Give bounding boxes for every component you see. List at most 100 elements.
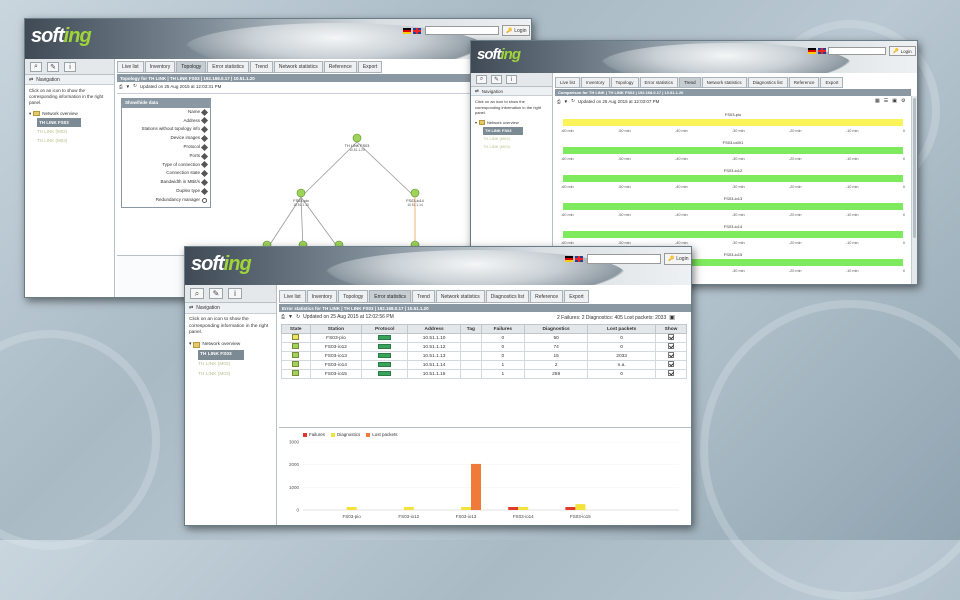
tab-live-list[interactable]: Live list: [279, 290, 306, 302]
tree-device-m02[interactable]: TH LINK (M02): [37, 127, 114, 136]
search-input-2[interactable]: [828, 47, 886, 55]
bar-diagnostics[interactable]: [403, 507, 414, 510]
tree-device-fs03[interactable]: TH LINK FS03: [37, 118, 81, 127]
tab-network-statistics[interactable]: Network statistics: [273, 61, 323, 72]
grid-view-icon[interactable]: ▦: [875, 98, 880, 104]
search-tool-icon[interactable]: ⌕: [30, 62, 42, 72]
tab-inventory[interactable]: Inventory: [306, 290, 338, 302]
tab-reference[interactable]: Reference: [788, 77, 820, 87]
show-checkbox[interactable]: [668, 343, 675, 349]
tab-error-statistics[interactable]: Error statistics: [639, 77, 679, 87]
search-tool-icon[interactable]: ⌕: [190, 288, 204, 299]
tab-export[interactable]: Export: [564, 290, 589, 302]
wrench-icon[interactable]: ✎: [209, 288, 223, 299]
tree-device-m03[interactable]: TH LINK (M03): [37, 136, 114, 145]
export-icon[interactable]: ▣: [669, 314, 675, 321]
tab-trend[interactable]: Trend: [411, 290, 435, 302]
search-input-3[interactable]: [587, 254, 661, 264]
column-header[interactable]: Tag: [460, 324, 482, 334]
refresh-icon[interactable]: ↻: [296, 314, 300, 320]
print-icon[interactable]: ⎙: [557, 99, 561, 104]
scrollbar[interactable]: [911, 96, 917, 284]
tab-export[interactable]: Export: [357, 61, 383, 72]
tab-error-statistics[interactable]: Error statistics: [207, 61, 249, 72]
settings-icon[interactable]: ⚙: [901, 98, 905, 104]
topology-node[interactable]: TH LINK FS0310.51.1.20: [345, 133, 370, 152]
info-icon[interactable]: i: [228, 288, 242, 299]
filter-icon[interactable]: ▼: [564, 99, 568, 104]
print-icon[interactable]: ⎙: [281, 314, 285, 320]
show-checkbox[interactable]: [668, 361, 675, 367]
flag-gb-icon[interactable]: [413, 28, 421, 34]
table-row[interactable]: FS03-io12 10.51.1.12 0 74 0: [281, 342, 687, 352]
flag-gb-icon[interactable]: [575, 256, 583, 262]
tree-network-overview-2[interactable]: ▾ Network overview: [475, 119, 552, 127]
bar-lost-packets[interactable]: [471, 463, 481, 510]
column-header[interactable]: Diagnostics: [524, 324, 589, 334]
bar-diagnostics[interactable]: [461, 507, 471, 510]
filter-icon[interactable]: ▼: [288, 314, 293, 320]
column-header[interactable]: Station: [309, 324, 363, 334]
filter-icon[interactable]: ▼: [126, 84, 130, 89]
login-button[interactable]: 🔑 Login: [502, 25, 531, 36]
tree-device-fs03-2[interactable]: TH LINK FS03: [483, 126, 523, 135]
table-row[interactable]: FS03-io13 10.51.1.13 0 15 2033: [281, 351, 687, 361]
bar-diagnostics[interactable]: [575, 504, 586, 510]
tree-device-m03-2[interactable]: TH LINK (M03): [483, 143, 552, 151]
table-row[interactable]: FS03-io15 10.51.1.15 1 259 0: [281, 369, 687, 379]
wrench-icon[interactable]: ✎: [491, 75, 502, 84]
info-icon[interactable]: i: [64, 62, 76, 72]
login-button-3[interactable]: 🔑 Login: [664, 253, 691, 265]
list-view-icon[interactable]: ☰: [884, 98, 888, 104]
info-icon[interactable]: i: [506, 75, 517, 84]
search-tool-icon[interactable]: ⌕: [476, 75, 487, 84]
tab-topology[interactable]: Topology: [176, 61, 207, 72]
tab-diagnostics-list[interactable]: Diagnostics list: [485, 290, 530, 302]
bar-failures[interactable]: [508, 507, 519, 510]
tree-network-overview[interactable]: ▾ Network overview: [29, 109, 114, 118]
tab-export[interactable]: Export: [820, 77, 844, 87]
column-header[interactable]: Address: [407, 324, 462, 334]
bar-diagnostics[interactable]: [346, 507, 357, 510]
login-button-2[interactable]: 🔑 Login: [889, 46, 916, 56]
flag-de-icon[interactable]: [565, 256, 573, 262]
flag-de-icon[interactable]: [403, 28, 411, 34]
refresh-icon[interactable]: ↻: [571, 98, 575, 104]
tree-device-m02-3[interactable]: TH LINK (M02): [198, 360, 276, 370]
column-header[interactable]: Lost packets: [587, 324, 657, 334]
column-header[interactable]: State: [281, 324, 311, 334]
tab-topology[interactable]: Topology: [610, 77, 639, 87]
tab-inventory[interactable]: Inventory: [144, 61, 176, 72]
tab-reference[interactable]: Reference: [530, 290, 564, 302]
tree-device-m02-2[interactable]: TH LINK (M02): [483, 135, 552, 143]
tab-live-list[interactable]: Live list: [555, 77, 581, 87]
tab-trend[interactable]: Trend: [249, 61, 273, 72]
show-checkbox[interactable]: [668, 334, 675, 340]
flag-gb-icon[interactable]: [818, 48, 826, 54]
flag-de-icon[interactable]: [808, 48, 816, 54]
column-header[interactable]: Failures: [480, 324, 526, 334]
tab-error-statistics[interactable]: Error statistics: [369, 290, 411, 302]
table-row[interactable]: FS03-io14 10.51.1.14 1 2 n.a.: [281, 360, 687, 370]
wrench-icon[interactable]: ✎: [47, 62, 59, 72]
column-header[interactable]: Protocol: [361, 324, 409, 334]
tab-inventory[interactable]: Inventory: [581, 77, 610, 87]
tree-network-overview-3[interactable]: ▾ Network overview: [189, 340, 276, 350]
tab-reference[interactable]: Reference: [323, 61, 357, 72]
show-checkbox[interactable]: [668, 352, 675, 358]
print-icon[interactable]: ⎙: [119, 84, 123, 89]
tree-device-m03-3[interactable]: TH LINK (M03): [198, 370, 276, 380]
tab-live-list[interactable]: Live list: [117, 61, 144, 72]
tab-trend[interactable]: Trend: [679, 77, 701, 87]
tab-topology[interactable]: Topology: [338, 290, 369, 302]
export-icon[interactable]: ▣: [892, 98, 897, 104]
tree-device-fs03-3[interactable]: TH LINK FS03: [198, 349, 244, 360]
table-row[interactable]: FS03-pio 10.51.1.10 0 50 0: [281, 333, 687, 343]
bar-diagnostics[interactable]: [518, 507, 529, 510]
search-input[interactable]: [425, 26, 499, 35]
show-checkbox[interactable]: [668, 370, 675, 376]
column-header[interactable]: Show: [655, 324, 687, 334]
tab-diagnostics-list[interactable]: Diagnostics list: [747, 77, 788, 87]
bar-failures[interactable]: [565, 507, 576, 510]
refresh-icon[interactable]: ↻: [133, 83, 137, 89]
